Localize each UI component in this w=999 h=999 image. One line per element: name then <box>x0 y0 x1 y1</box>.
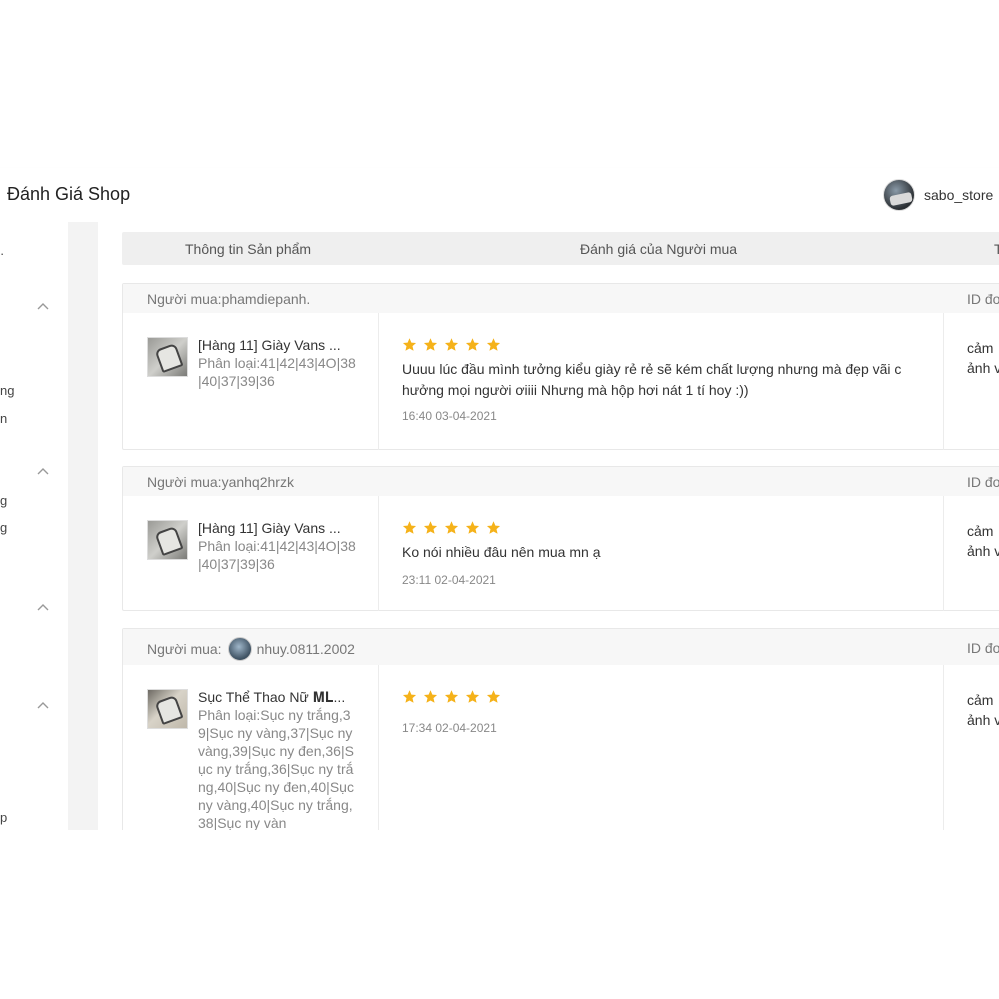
chevron-up-icon[interactable] <box>37 302 49 312</box>
star-icon <box>486 520 501 535</box>
star-icon <box>465 337 480 352</box>
sidebar: · ng n g g p <box>0 222 68 830</box>
chevron-up-icon[interactable] <box>37 603 49 613</box>
reply-line: ảnh v <box>967 543 999 559</box>
product-info: [Hàng 11] Giày Vans ... Phân loại:41|42|… <box>123 313 379 450</box>
star-icon <box>402 337 417 352</box>
reply-line: cảm <box>967 523 994 539</box>
buyer-review: 17:34 02-04-2021 <box>378 665 944 830</box>
product-name[interactable]: [Hàng 11] Giày Vans ... <box>198 337 358 353</box>
star-icon <box>486 689 501 704</box>
sidebar-item-fragment[interactable]: ng <box>0 383 14 398</box>
star-icon <box>402 689 417 704</box>
rating-stars <box>402 520 501 535</box>
review-comment: Uuuu lúc đầu mình tưởng kiểu giày rẻ rẻ … <box>402 361 902 398</box>
order-id-label[interactable]: ID đơ <box>967 474 999 490</box>
product-variation: Phân loại:Sục ny trắng,39|Sục ny vàng,37… <box>198 707 354 830</box>
buyer-review: Uuuu lúc đầu mình tưởng kiểu giày rẻ rẻ … <box>378 313 944 450</box>
product-name[interactable]: [Hàng 11] Giày Vans ... <box>198 520 358 536</box>
buyer-label[interactable]: Người mua:yanhq2hrzk <box>147 474 294 490</box>
product-variation: Phân loại:41|42|43|4O|38|40|37|39|36 <box>198 538 356 572</box>
review-time: 16:40 03-04-2021 <box>402 409 497 423</box>
seller-reply: cảm ảnh v <box>943 496 999 611</box>
top-header: Đánh Giá Shop sabo_store <box>0 168 999 223</box>
reply-line: ảnh v <box>967 360 999 376</box>
star-icon <box>402 520 417 535</box>
column-header-reply: T <box>994 241 999 257</box>
reply-text: cảm ảnh v <box>967 690 999 730</box>
chevron-up-icon[interactable] <box>37 467 49 477</box>
sidebar-item-fragment[interactable]: n <box>0 411 7 426</box>
column-header-review: Đánh giá của Người mua <box>580 241 738 257</box>
reply-line: cảm <box>967 692 994 708</box>
star-icon <box>486 337 501 352</box>
username[interactable]: sabo_store <box>924 187 993 203</box>
user-menu[interactable]: sabo_store <box>883 179 993 211</box>
review-comment: Ko nói nhiều đâu nên mua mn ạ <box>402 544 601 560</box>
star-icon <box>423 337 438 352</box>
product-thumbnail[interactable] <box>147 520 188 560</box>
star-icon <box>444 337 459 352</box>
column-header-product: Thông tin Sản phẩm <box>185 241 312 257</box>
product-variation: Phân loại:41|42|43|4O|38|40|37|39|36 <box>198 355 356 389</box>
sidebar-item-fragment[interactable]: · <box>0 246 4 261</box>
product-name[interactable]: Sục Thể Thao Nữ 𝐌𝐋... <box>198 689 358 706</box>
reply-line: ảnh v <box>967 712 999 728</box>
page-title: Đánh Giá Shop <box>7 184 131 204</box>
star-icon <box>465 689 480 704</box>
star-icon <box>444 689 459 704</box>
sidebar-item-fragment[interactable]: p <box>0 810 7 825</box>
review-card-header: Người mua: nhuy.0811.2002 ID đơ <box>123 629 999 665</box>
review-time: 23:11 02-04-2021 <box>402 573 496 587</box>
reply-text: cảm ảnh v <box>967 521 999 561</box>
review-card: Người mua: nhuy.0811.2002 ID đơ Sục Thể … <box>122 628 999 830</box>
star-icon <box>423 520 438 535</box>
seller-reply: cảm ảnh v <box>943 665 999 830</box>
review-card-header: Người mua:yanhq2hrzk ID đơ <box>123 467 999 496</box>
star-icon <box>423 689 438 704</box>
table-header: Thông tin Sản phẩm Đánh giá của Người mu… <box>122 232 999 265</box>
rating-stars <box>402 689 501 704</box>
user-avatar[interactable] <box>883 179 915 211</box>
star-icon <box>444 520 459 535</box>
product-info: Sục Thể Thao Nữ 𝐌𝐋... Phân loại:Sục ny t… <box>123 665 379 830</box>
sidebar-item-fragment[interactable]: g <box>0 520 7 535</box>
review-time: 17:34 02-04-2021 <box>402 721 497 735</box>
seller-reply: cảm ảnh v <box>943 313 999 450</box>
star-icon <box>465 520 480 535</box>
review-card: Người mua:phamdiepanh. ID đơ [Hàng 11] G… <box>122 283 999 450</box>
reply-text: cảm ảnh v <box>967 338 999 378</box>
chevron-up-icon[interactable] <box>37 701 49 711</box>
reply-line: cảm <box>967 340 994 356</box>
review-card-header: Người mua:phamdiepanh. ID đơ <box>123 284 999 313</box>
buyer-label[interactable]: Người mua: nhuy.0811.2002 <box>147 637 355 661</box>
product-thumbnail[interactable] <box>147 689 188 729</box>
rating-stars <box>402 337 501 352</box>
sidebar-item-fragment[interactable]: g <box>0 493 7 508</box>
buyer-name[interactable]: nhuy.0811.2002 <box>257 641 355 657</box>
buyer-prefix: Người mua: <box>147 641 222 657</box>
order-id-label[interactable]: ID đơ <box>967 291 999 307</box>
buyer-review: Ko nói nhiều đâu nên mua mn ạ 23:11 02-0… <box>378 496 944 611</box>
product-thumbnail[interactable] <box>147 337 188 377</box>
review-card: Người mua:yanhq2hrzk ID đơ [Hàng 11] Già… <box>122 466 999 611</box>
order-id-label[interactable]: ID đơ <box>967 640 999 656</box>
main-content: Thông tin Sản phẩm Đánh giá của Người mu… <box>98 222 999 830</box>
buyer-label[interactable]: Người mua:phamdiepanh. <box>147 291 310 307</box>
content-gutter <box>68 222 98 830</box>
buyer-avatar[interactable] <box>227 637 252 661</box>
product-info: [Hàng 11] Giày Vans ... Phân loại:41|42|… <box>123 496 379 611</box>
